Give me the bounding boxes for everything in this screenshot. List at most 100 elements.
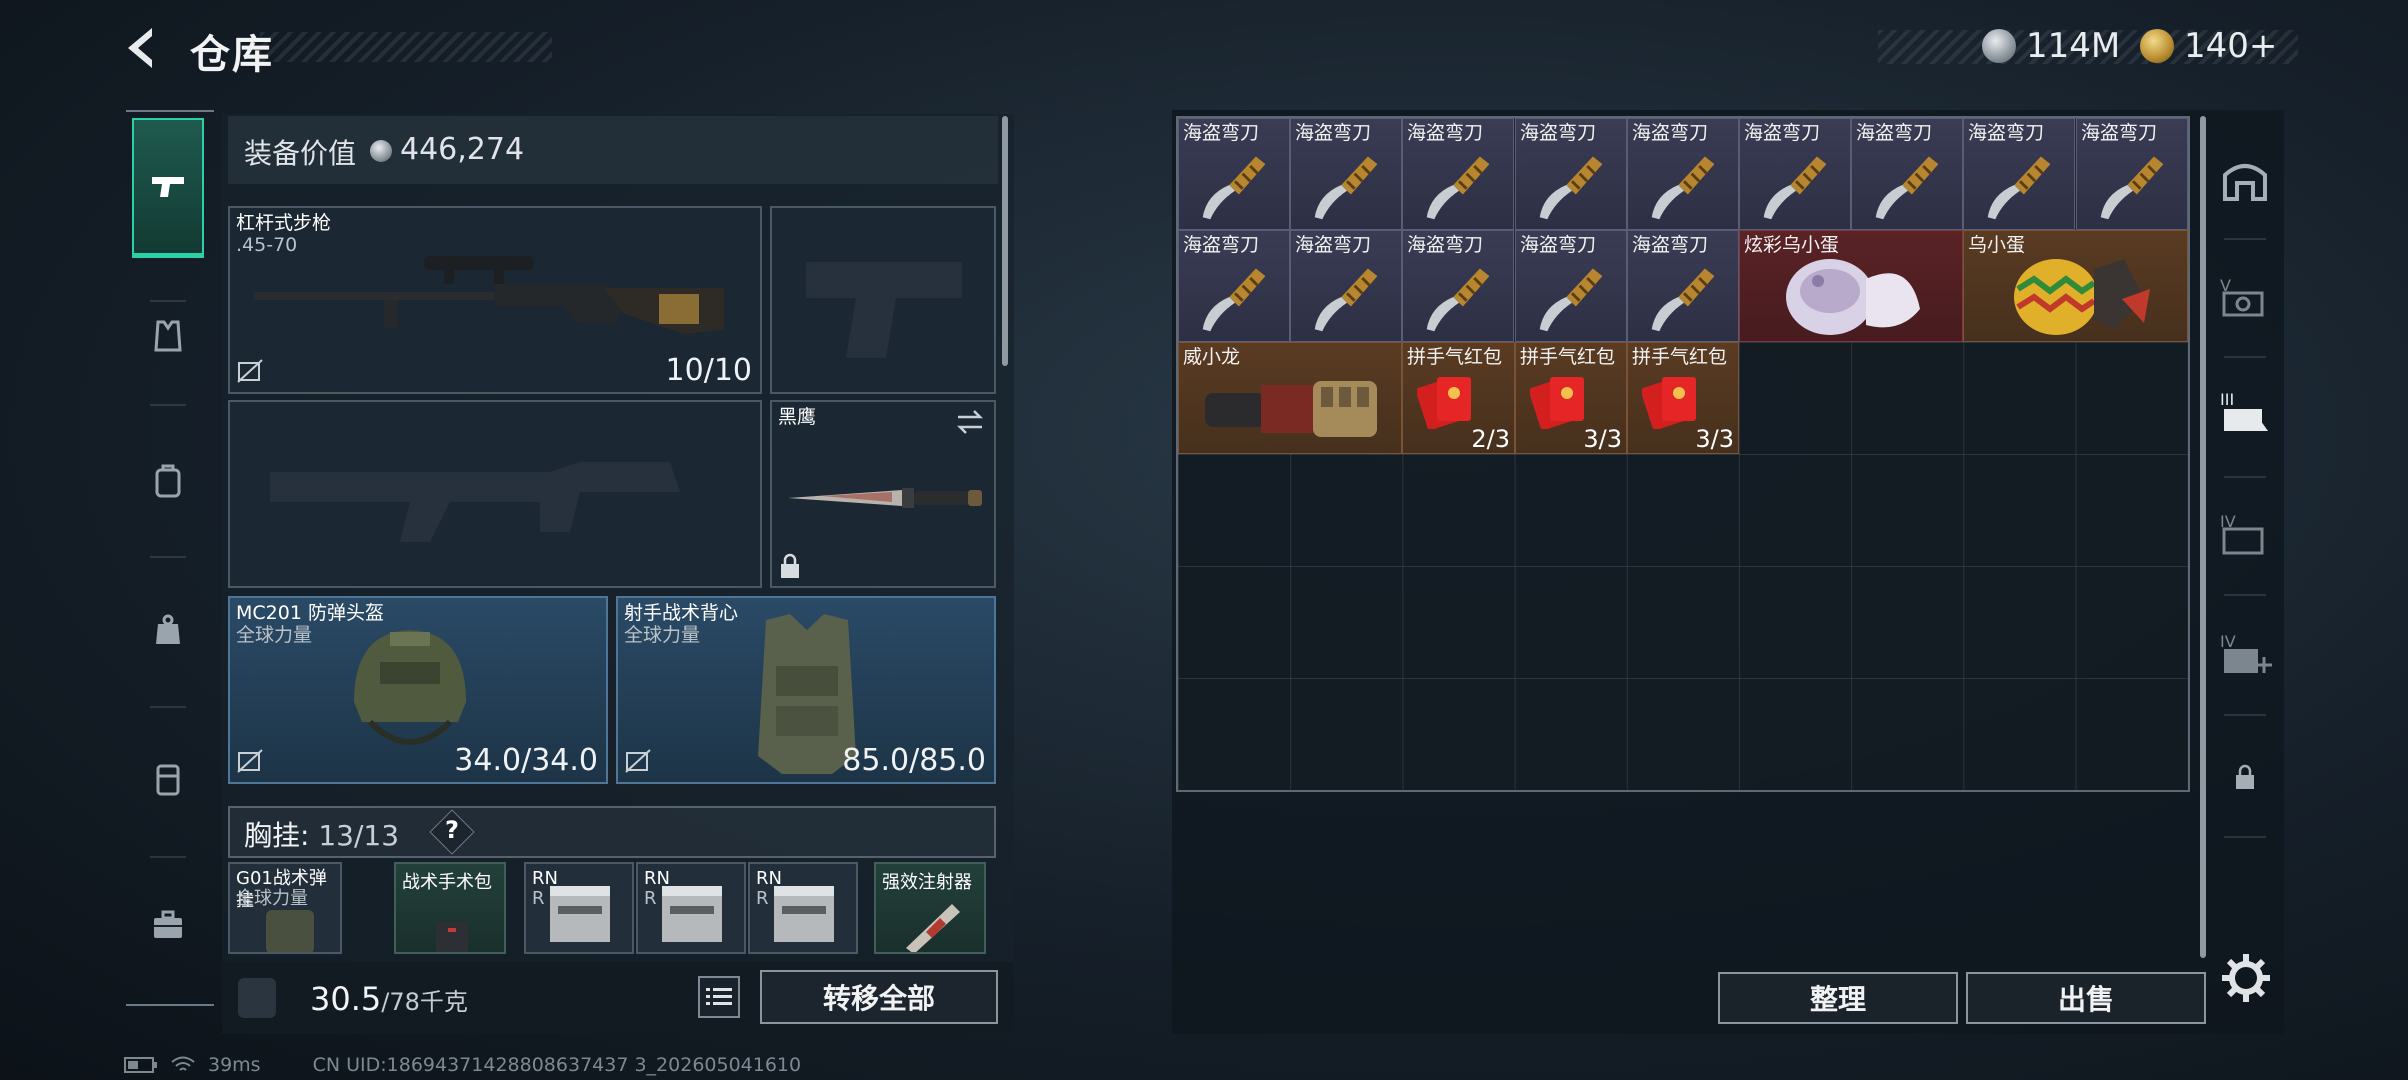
stash-item[interactable]: 海盗弯刀 [1851, 118, 1963, 230]
back-icon[interactable] [118, 24, 166, 72]
vest-icon [154, 320, 182, 352]
rig-item[interactable]: 强效注射器 [874, 862, 986, 954]
primary-weapon-2-slot[interactable] [228, 400, 762, 588]
currency-premium[interactable]: 140+ [2140, 26, 2277, 66]
melee-slot[interactable]: 黑鹰 [770, 400, 996, 588]
icon-separator [2224, 476, 2266, 478]
helmet-slot[interactable]: MC201 防弹头盔 全球力量 34.0/34.0 [228, 596, 608, 784]
stash-item[interactable]: 海盗弯刀 [1290, 118, 1402, 230]
stash-page-5[interactable]: V [2214, 264, 2276, 326]
tab-backpack[interactable] [132, 430, 204, 530]
swap-icon[interactable] [954, 408, 986, 436]
machete-icon [2100, 156, 2164, 220]
rig-item[interactable]: 战术手术包 [394, 862, 506, 954]
stash-item[interactable]: 海盗弯刀 [1178, 230, 1290, 342]
icon-separator [2224, 836, 2266, 838]
stash-item[interactable]: 炫彩乌小蛋 [1739, 230, 1963, 342]
stash-page-4[interactable]: IV [2214, 502, 2276, 564]
armor-tag: 全球力量 [624, 624, 701, 646]
warehouse-icon [2223, 164, 2267, 201]
machete-icon [1202, 268, 1266, 332]
stash-item[interactable]: 海盗弯刀 [1515, 118, 1627, 230]
machete-icon [1314, 156, 1378, 220]
sort-button[interactable]: 整理 [1718, 972, 1958, 1024]
primary-weapon-slot[interactable]: 杠杆式步枪 .45-70 10/10 [228, 206, 762, 394]
armor-slot[interactable]: 射手战术背心 全球力量 85.0/85.0 [616, 596, 996, 784]
backpack-icon [155, 464, 181, 498]
item-name: 海盗弯刀 [1520, 234, 1597, 256]
ammo-box-icon [550, 886, 610, 942]
stash-page-add[interactable]: IV [2214, 622, 2276, 684]
item-name: 海盗弯刀 [2081, 122, 2158, 144]
gear-icon[interactable] [2218, 950, 2274, 1006]
ammo-box-icon [774, 886, 834, 942]
stash-scrollbar[interactable] [2200, 116, 2206, 958]
stash-item[interactable]: 海盗弯刀 [2076, 118, 2188, 230]
melee-name: 黑鹰 [778, 406, 817, 428]
helmet-durability: 34.0/34.0 [454, 743, 598, 778]
equipment-scrollbar[interactable] [1002, 116, 1008, 366]
rainbow-egg-icon [1786, 259, 1920, 335]
secondary-weapon-slot[interactable] [770, 206, 996, 394]
stash-item[interactable]: 海盗弯刀 [1515, 230, 1627, 342]
rig-item[interactable]: RN R [524, 862, 634, 954]
rifle-placeholder-icon [270, 462, 680, 542]
stash-item[interactable]: 海盗弯刀 [1290, 230, 1402, 342]
stash-grid-lines: 海盗弯刀 海盗弯刀 海盗弯刀 海盗弯刀 海盗弯刀 海盗弯刀 海盗弯刀 海盗弯刀 … [1178, 118, 2188, 790]
icon-separator [2224, 238, 2266, 240]
stash-item[interactable]: 海盗弯刀 [1627, 118, 1739, 230]
battery-icon [124, 1057, 157, 1073]
machete-icon [1651, 156, 1715, 220]
helmet-tag: 全球力量 [236, 624, 313, 646]
item-count: 3/3 [1583, 425, 1622, 453]
machete-icon [1426, 156, 1490, 220]
stash-item[interactable]: 威小龙 [1178, 342, 1402, 454]
currency-coins[interactable]: 114M [1982, 26, 2120, 66]
sell-button[interactable]: 出售 [1966, 972, 2206, 1024]
weight-display: 30.5/78千克 [310, 980, 468, 1018]
stash-item[interactable]: 海盗弯刀 [1178, 118, 1290, 230]
stash-item[interactable]: 拼手气红包 2/3 [1402, 342, 1515, 454]
rig-item[interactable]: RN R [748, 862, 858, 954]
stash-item[interactable]: 海盗弯刀 [1963, 118, 2075, 230]
item-name: 海盗弯刀 [1407, 234, 1484, 256]
stash-item[interactable]: 海盗弯刀 [1402, 118, 1514, 230]
tab-armor[interactable] [132, 286, 204, 386]
stash-item[interactable]: 海盗弯刀 [1739, 118, 1851, 230]
title-decoration [260, 32, 552, 62]
uninsured-icon [625, 749, 651, 773]
item-name: 海盗弯刀 [1632, 122, 1709, 144]
transfer-all-button[interactable]: 转移全部 [760, 970, 998, 1024]
tab-toolbox[interactable] [132, 874, 204, 974]
tab-pouch[interactable] [132, 580, 204, 680]
red-packet-icon [1530, 377, 1584, 429]
help-icon: ? [445, 816, 459, 844]
rig-item[interactable]: RN R [636, 862, 746, 954]
stash-page-3[interactable]: III [2214, 380, 2276, 442]
weapon-ammo: 10/10 [665, 353, 752, 388]
machete-icon [1763, 156, 1827, 220]
equipment-value: 446,274 [400, 132, 525, 167]
medkit-icon [436, 922, 468, 952]
weight-current: 30.5 [310, 980, 382, 1018]
tab-case[interactable] [132, 728, 204, 828]
item-name: 海盗弯刀 [1744, 122, 1821, 144]
currency-coins-value: 114M [2026, 26, 2121, 66]
stash-page-locked[interactable] [2214, 746, 2276, 808]
wifi-icon [171, 1056, 195, 1071]
machete-icon [1875, 156, 1939, 220]
stash-page-home[interactable] [2214, 148, 2276, 210]
stash-item[interactable]: 拼手气红包 3/3 [1627, 342, 1739, 454]
ammo-box-icon [662, 886, 722, 942]
stash-item[interactable]: 海盗弯刀 [1402, 230, 1514, 342]
stash-item[interactable]: 乌小蛋 [1963, 230, 2188, 342]
rig-item[interactable]: G01战术弹挂 全球力量 [228, 862, 342, 954]
stash-item[interactable]: 海盗弯刀 [1627, 230, 1739, 342]
weight-icon [238, 978, 276, 1018]
red-packet-icon [1417, 377, 1471, 429]
list-view-button[interactable] [698, 976, 740, 1018]
item-name: 海盗弯刀 [1295, 234, 1372, 256]
uninsured-icon [237, 749, 263, 773]
stash-item[interactable]: 拼手气红包 3/3 [1515, 342, 1627, 454]
tab-weapons[interactable] [132, 118, 204, 258]
